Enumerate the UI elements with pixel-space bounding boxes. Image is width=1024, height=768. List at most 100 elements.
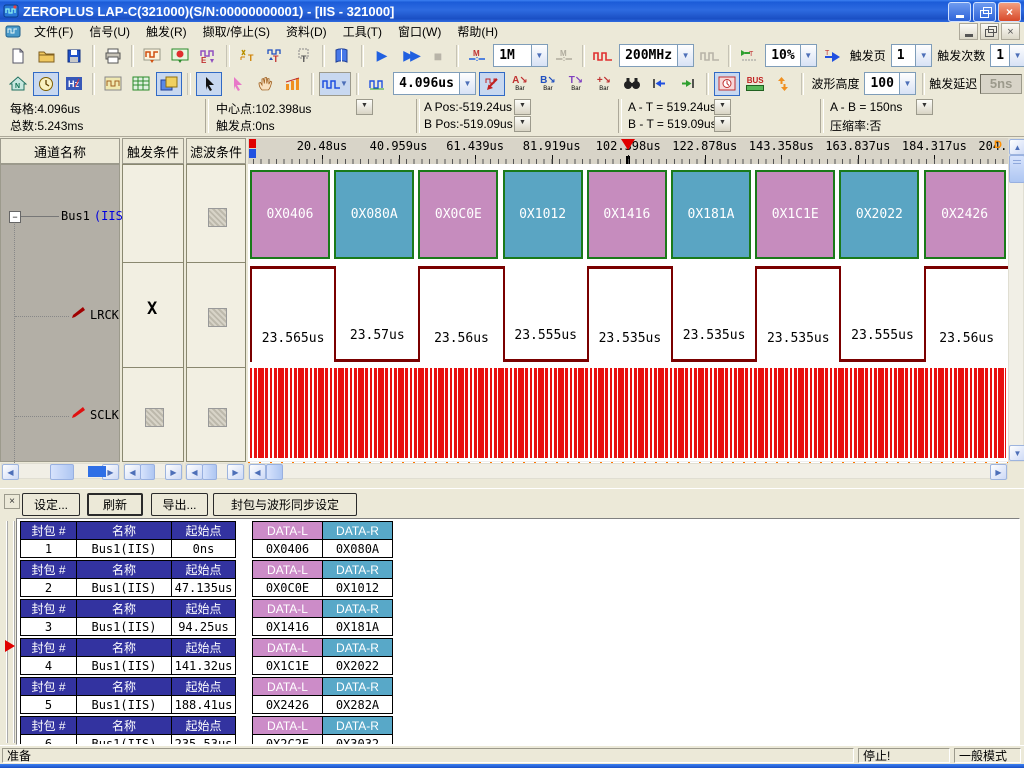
trigger-delay-field[interactable]: 5ns [980,74,1022,94]
chevron-down-icon[interactable]: ▼ [915,45,931,66]
scroll-up-button[interactable]: ▲ [1009,139,1024,155]
waveform-view-button[interactable] [100,72,126,96]
bus-decode-button[interactable] [330,43,356,69]
menu-item[interactable]: 撷取/停止(S) [195,24,278,40]
mdi-minimize-button[interactable] [959,23,978,40]
repeat-run-button[interactable]: ▶▶ [397,43,423,69]
channel-sclk-label[interactable]: SCLK [90,408,119,422]
multi-select-tool-button[interactable] [224,72,250,96]
trigger-position-button[interactable]: T [736,43,762,69]
sampling-settings-button[interactable] [167,43,193,69]
packet-row-group[interactable]: 封包 #名称起始点6Bus1(IIS)235.53usDATA-LDATA-R0… [20,716,400,745]
trigger-position-combo[interactable]: 10% ▼ [765,44,816,67]
scroll-left-button[interactable]: ◀ [124,464,141,480]
chevron-down-icon[interactable]: ▼ [459,73,475,94]
a-pos-dropdown[interactable]: ▼ [514,99,531,115]
menu-item[interactable]: 帮助(H) [449,24,506,40]
b-bar-button[interactable]: B↘Bar [535,72,561,96]
a-bar-button[interactable]: A↘Bar [507,72,533,96]
packet-export-button[interactable]: 导出... [151,493,208,516]
waveform-hscrollbar[interactable]: ◀ ▶ [248,463,1008,479]
wave-height-combo[interactable]: 100 ▼ [864,72,915,95]
zoom-chart-button[interactable] [280,72,306,96]
memory-page-disabled-button[interactable]: M [551,43,577,69]
sclk-filter-checkbox[interactable] [208,408,227,427]
trigger-width-button[interactable]: T [291,43,317,69]
chevron-down-icon[interactable]: ▼ [531,45,547,66]
t-bar-button[interactable]: T↘Bar [563,72,589,96]
waveform-vertical-scrollbar[interactable]: ▲ ▼ [1008,138,1024,462]
channel-name-hscrollbar[interactable]: ◀ ▶ [1,463,120,479]
chevron-down-icon[interactable]: ▼ [677,45,693,66]
scroll-thumb[interactable] [202,464,217,480]
frequency-display-button[interactable]: Hz [61,72,87,96]
close-button[interactable]: × [998,2,1021,22]
menu-item[interactable]: 信号(U) [81,24,138,40]
run-button[interactable]: ▶ [369,43,395,69]
scroll-thumb[interactable] [266,464,283,480]
time-display-button[interactable] [33,72,59,96]
sclk-trigger-checkbox[interactable] [145,408,164,427]
b-pos-dropdown[interactable]: ▼ [514,116,531,132]
scroll-right-button[interactable]: ▶ [990,464,1007,480]
restore-button[interactable] [973,2,996,22]
stop-button[interactable]: ■ [425,43,451,69]
tree-collapse-box[interactable]: − [9,211,21,223]
open-file-button[interactable] [33,43,59,69]
a-minus-t-dropdown[interactable]: ▼ [714,99,731,115]
menu-item[interactable]: 触发(R) [138,24,195,40]
scroll-thumb[interactable] [50,464,74,480]
select-tool-button[interactable] [196,72,222,96]
chevron-down-icon[interactable]: ▼ [1009,45,1024,66]
lrck-waveform-row[interactable]: 23.565us23.57us23.56us23.555us23.535us23… [248,164,1008,364]
filter-column-hscrollbar[interactable]: ◀ ▶ [185,463,245,479]
zoom-scale-button[interactable] [364,72,390,96]
chevron-down-icon[interactable]: ▼ [899,73,915,94]
edit-pen-icon[interactable] [71,407,87,419]
waveform-canvas[interactable]: 0X04060X080A0X0C0E0X10120X14160X181A0X1C… [248,164,1008,461]
packet-refresh-button[interactable]: 刷新 [87,493,143,516]
lrck-segment[interactable]: 23.555us [839,266,923,362]
a-minus-b-dropdown[interactable]: ▼ [916,99,933,115]
b-bar-offscreen-flag[interactable] [249,149,256,158]
chevron-down-icon[interactable]: ▼ [800,45,816,66]
trigger-marker-icon[interactable] [621,139,635,150]
add-bar-button[interactable]: +↘Bar [591,72,617,96]
bus1-filter-checkbox[interactable] [208,208,227,227]
wave-style-combo-button[interactable]: ▼ [319,72,351,96]
lrck-segment[interactable]: 23.565us [250,266,334,362]
trigger-mark-button[interactable]: T [235,43,261,69]
sclk-waveform-row[interactable] [250,368,1006,458]
packet-row-group[interactable]: 封包 #名称起始点3Bus1(IIS)94.25usDATA-LDATA-R0X… [20,599,400,636]
packet-row-group[interactable]: 封包 #名称起始点2Bus1(IIS)47.135usDATA-LDATA-R0… [20,560,400,597]
scroll-right-button[interactable]: ▶ [227,464,244,480]
memory-depth-combo[interactable]: 1M ▼ [493,44,548,67]
trigger-count-combo[interactable]: 1 ▼ [990,44,1024,67]
find-button[interactable] [619,72,645,96]
chevron-down-icon[interactable]: ▼ [340,79,348,88]
goto-pointer-button[interactable] [479,72,505,96]
channel-bus1-label[interactable]: Bus1(IIS) [61,209,130,223]
packet-sync-button[interactable]: 封包与波形同步设定 [213,493,357,516]
lrck-segment[interactable]: 23.57us [334,266,418,362]
goto-end-button[interactable] [675,72,701,96]
goto-start-button[interactable] [647,72,673,96]
zoom-scale-combo[interactable]: 4.096us ▼ [393,72,476,95]
expand-stack-button[interactable] [770,72,796,96]
b-minus-t-dropdown[interactable]: ▼ [714,116,731,132]
scroll-thumb[interactable] [1009,155,1024,183]
mdi-close-button[interactable]: × [1001,23,1020,40]
bus-property-button[interactable]: BUS [742,72,768,96]
trigger-window-button[interactable] [714,72,740,96]
capture-settings-button[interactable] [139,43,165,69]
packet-row-group[interactable]: 封包 #名称起始点1Bus1(IIS)0nsDATA-LDATA-R0X0406… [20,521,400,558]
packet-row-group[interactable]: 封包 #名称起始点4Bus1(IIS)141.32usDATA-LDATA-R0… [20,638,400,675]
panel-close-button[interactable]: × [4,494,20,509]
lrck-segment[interactable]: 23.535us [587,266,671,362]
trigger-column-hscrollbar[interactable]: ◀ ▶ [123,463,183,479]
lrck-trigger-condition[interactable]: X [147,299,157,319]
minimize-button[interactable] [948,2,971,22]
edit-pen-icon[interactable] [71,307,87,319]
lrck-segment[interactable]: 23.56us [418,266,502,362]
home-button[interactable]: N [5,72,31,96]
